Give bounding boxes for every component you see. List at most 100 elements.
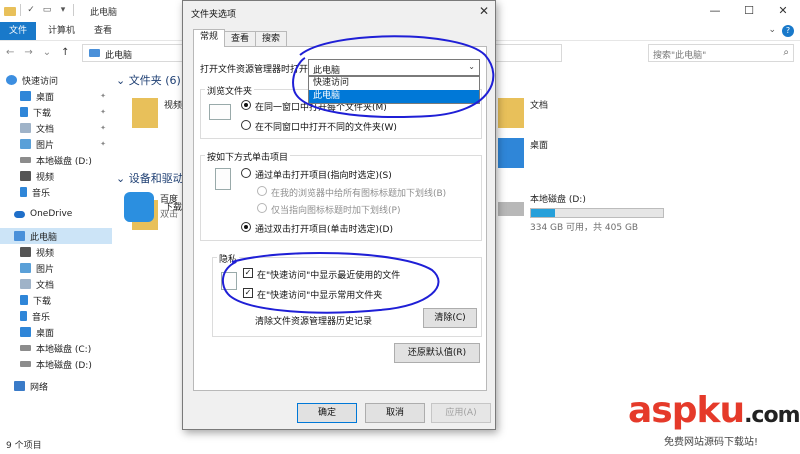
window-title: 此电脑 [90, 8, 118, 18]
sidebar-item-label: 音乐 [32, 188, 51, 199]
maximize-button[interactable]: ☐ [732, 0, 766, 22]
radio-underline-all[interactable] [257, 186, 267, 196]
desktop-icon [20, 327, 31, 337]
expand-ribbon-icon[interactable]: ⌄ [768, 25, 776, 37]
sidebar-item-drive-d[interactable]: 本地磁盘 (D:) [20, 356, 112, 372]
sidebar-item-downloads[interactable]: 下载 [20, 292, 112, 308]
music-icon [20, 311, 27, 321]
privacy-group: 隐私 ✓ 在"快速访问"中显示最近使用的文件 ✓ 在"快速访问"中显示常用文件夹… [212, 252, 482, 337]
sidebar-item-pictures[interactable]: 图片 [20, 260, 112, 276]
sidebar-item-music[interactable]: 音乐 [20, 184, 112, 200]
computer-icon [89, 49, 100, 57]
properties-icon[interactable]: ✓ [25, 4, 37, 16]
clear-history-button[interactable]: 清除(C) [423, 308, 477, 328]
combo-option-quick-access[interactable]: 快速访问 [309, 77, 479, 90]
folder-tile-desktop[interactable]: 桌面 [498, 138, 548, 168]
apply-button[interactable]: 应用(A) [431, 403, 491, 423]
sidebar-item-documents[interactable]: 文档 ✦ [20, 120, 112, 136]
radio-single-click[interactable] [241, 168, 251, 178]
sidebar-item-quick-access[interactable]: 快速访问 [6, 72, 118, 88]
tab-file[interactable]: 文件 [0, 22, 36, 40]
ok-button[interactable]: 确定 [297, 403, 357, 423]
dialog-tabs: 常规 查看 搜索 [193, 29, 288, 47]
watermark-text: aspku.com [628, 392, 800, 435]
checkbox-label: 在"快速访问"中显示常用文件夹 [257, 291, 383, 301]
sidebar-item-videos[interactable]: 视频 [20, 244, 112, 260]
up-arrow-icon[interactable]: ↑ [61, 47, 69, 58]
folder-options-dialog: 文件夹选项 ✕ 常规 查看 搜索 打开文件资源管理器时打开： 此电脑 ⌄ 快速访… [182, 0, 496, 430]
dialog-close-icon[interactable]: ✕ [479, 4, 489, 18]
combo-option-this-pc[interactable]: 此电脑 [309, 90, 479, 103]
general-tab-panel: 打开文件资源管理器时打开： 此电脑 ⌄ 快速访问 此电脑 浏览文件夹 在同一窗口… [193, 46, 487, 391]
tab-view[interactable]: 查看 [224, 31, 257, 47]
sidebar-item-this-pc[interactable]: 此电脑 [0, 228, 112, 244]
sidebar-item-label: 视频 [36, 248, 55, 259]
radio-new-window[interactable] [241, 120, 251, 130]
drive-usage-fill [531, 209, 555, 217]
sidebar-item-videos[interactable]: 视频 [20, 168, 112, 184]
drive-free-space: 334 GB 可用，共 405 GB [530, 223, 639, 233]
sidebar-item-documents[interactable]: 文档 [20, 276, 112, 292]
sidebar-item-label: OneDrive [30, 209, 73, 219]
help-icon[interactable]: ? [782, 25, 794, 37]
tab-view[interactable]: 查看 [94, 22, 112, 40]
sidebar-item-music[interactable]: 音乐 [20, 308, 112, 324]
address-path: 此电脑 [105, 51, 133, 61]
window-controls: — ☐ ✕ [698, 0, 800, 22]
tab-computer[interactable]: 计算机 [48, 22, 75, 40]
sidebar-item-desktop[interactable]: 桌面 [20, 324, 112, 340]
tile-label: 本地磁盘 (D:) [530, 195, 586, 205]
customize-toolbar-icon[interactable]: ▾ [57, 4, 69, 16]
sidebar-item-onedrive[interactable]: OneDrive [14, 206, 112, 222]
sidebar-item-label: 视频 [36, 172, 55, 183]
navigation-pane: 快速访问 桌面 ✦ 下载 ✦ 文档 ✦ 图片 ✦ 本地磁盘 (D:) 视频 音乐… [0, 66, 112, 434]
tile-label: 桌面 [530, 141, 549, 151]
close-button[interactable]: ✕ [766, 0, 800, 22]
desktop-icon [20, 91, 31, 101]
ribbon-right-controls: ⌄ ? [768, 25, 794, 37]
checkbox-label: 在"快速访问"中显示最近使用的文件 [257, 271, 401, 281]
sidebar-item-downloads[interactable]: 下载 ✦ [20, 104, 112, 120]
radio-double-click[interactable] [241, 222, 251, 232]
search-input[interactable]: 搜索"此电脑" ⌕ [648, 44, 794, 62]
tile-sub: 双击 [160, 210, 179, 220]
tab-search[interactable]: 搜索 [255, 31, 288, 47]
folder-tile-videos[interactable]: 视频 [132, 98, 182, 128]
folders-group-header[interactable]: ⌄ 文件夹 (6) [116, 72, 181, 88]
video-icon [20, 171, 31, 181]
sidebar-item-label: 快速访问 [22, 76, 59, 87]
tile-label: 百度 [160, 195, 179, 205]
radio-same-window[interactable] [241, 100, 251, 110]
search-placeholder: 搜索"此电脑" [653, 51, 707, 61]
group-header-label: 文件夹 (6) [128, 74, 181, 87]
minimize-button[interactable]: — [698, 0, 732, 22]
sidebar-item-label: 下载 [33, 108, 52, 119]
open-explorer-combo[interactable]: 此电脑 ⌄ [308, 59, 480, 76]
folder-tile-documents[interactable]: 文档 [498, 98, 548, 128]
chevron-down-icon: ⌄ [116, 172, 129, 185]
recent-locations-icon[interactable]: ⌄ [43, 47, 51, 58]
sidebar-item-drive-d[interactable]: 本地磁盘 (D:) [20, 152, 112, 168]
restore-defaults-button[interactable]: 还原默认值(R) [394, 343, 480, 363]
sidebar-item-network[interactable]: 网络 [14, 378, 112, 394]
toolbar-divider [20, 4, 21, 16]
baidu-tile[interactable]: 百度 双击 [124, 192, 178, 222]
pin-icon: ✦ [100, 124, 106, 132]
tab-general[interactable]: 常规 [193, 29, 226, 47]
tile-text: 本地磁盘 (D:) 334 GB 可用，共 405 GB [530, 192, 664, 233]
video-folder-icon [132, 98, 158, 128]
sidebar-item-drive-c[interactable]: 本地磁盘 (C:) [20, 340, 112, 356]
back-arrow-icon[interactable]: ← [6, 47, 14, 58]
navigation-buttons: ← → ⌄ ↑ [6, 47, 70, 58]
cancel-button[interactable]: 取消 [365, 403, 425, 423]
sidebar-item-pictures[interactable]: 图片 ✦ [20, 136, 112, 152]
checkbox-frequent-folders[interactable]: ✓ [243, 288, 253, 298]
drive-d-tile[interactable]: 本地磁盘 (D:) 334 GB 可用，共 405 GB [498, 192, 664, 233]
radio-underline-hover[interactable] [257, 203, 267, 213]
checkbox-recent-files[interactable]: ✓ [243, 268, 253, 278]
quick-access-toolbar: ✓ ▭ ▾ [4, 4, 74, 16]
new-folder-icon[interactable]: ▭ [41, 4, 53, 16]
devices-group-header[interactable]: ⌄ 设备和驱动 [116, 170, 184, 186]
forward-arrow-icon[interactable]: → [24, 47, 32, 58]
sidebar-item-desktop[interactable]: 桌面 ✦ [20, 88, 112, 104]
